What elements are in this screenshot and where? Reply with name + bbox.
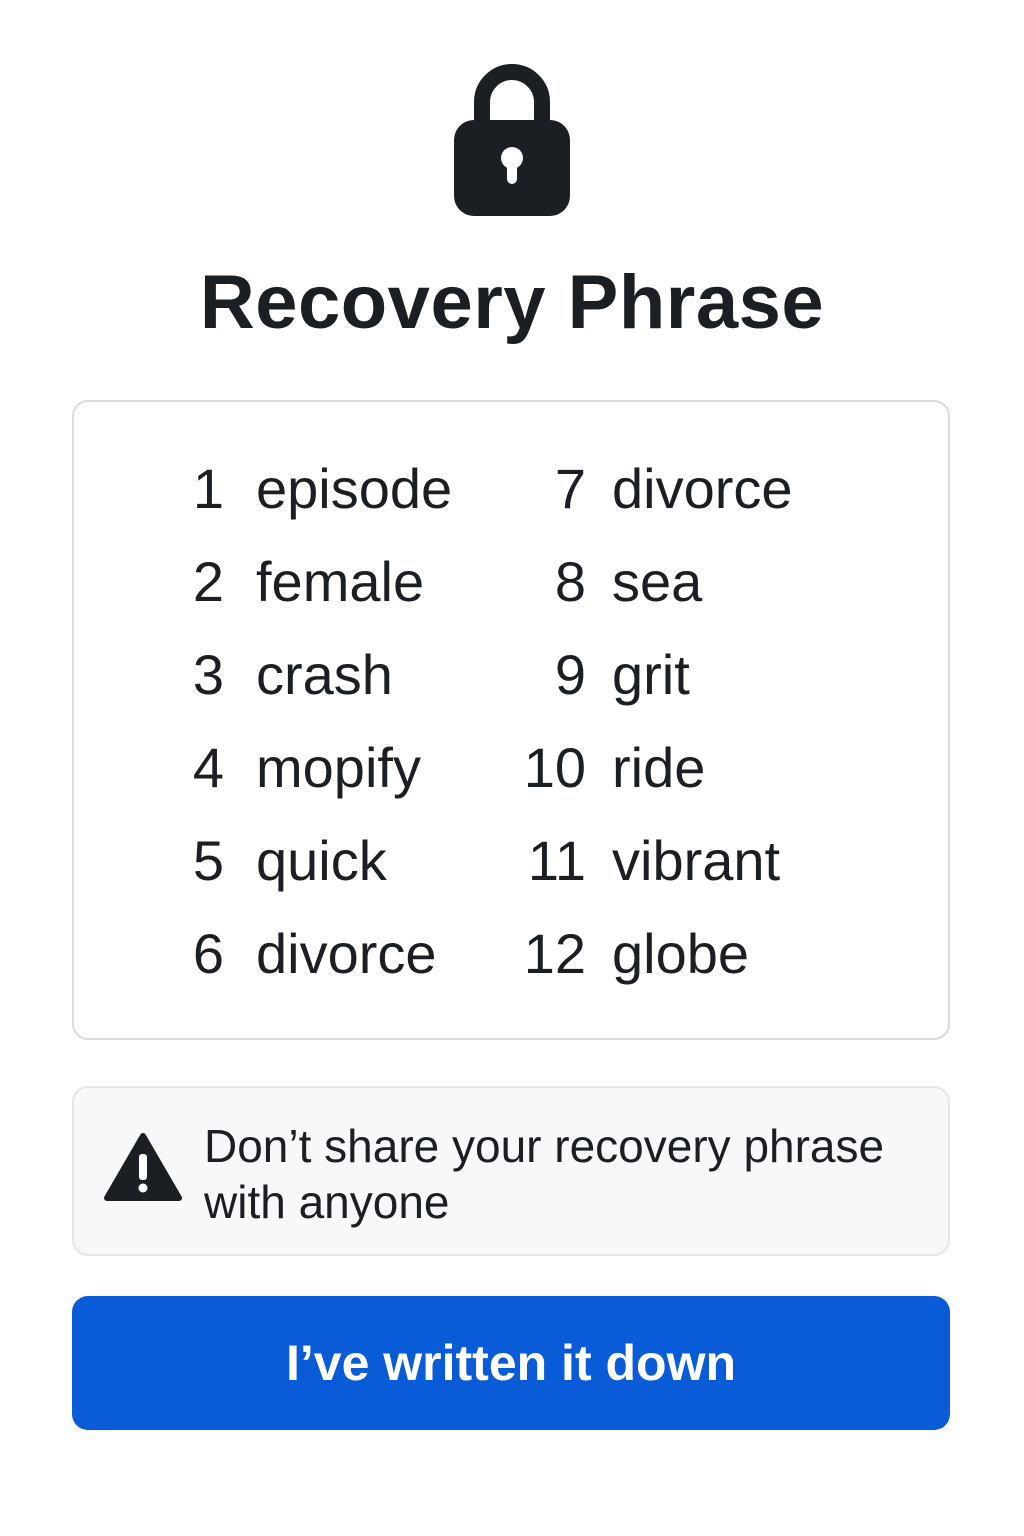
word-text: globe <box>612 922 750 985</box>
word-number: 2 <box>192 550 224 613</box>
word-text: quick <box>256 829 387 892</box>
word-text: episode <box>256 457 453 520</box>
page-title: Recovery Phrase <box>199 260 825 345</box>
word-number: 3 <box>192 643 224 706</box>
word-text: sea <box>612 550 703 613</box>
word-text: crash <box>256 643 393 706</box>
word-number: 9 <box>554 643 586 706</box>
word-number: 8 <box>554 550 586 613</box>
phrase-word-item: 9 grit <box>486 640 690 710</box>
confirm-written-down-button[interactable]: I’ve written it down <box>72 1296 950 1430</box>
phrase-word-item: 5 quick <box>124 826 387 896</box>
phrase-word-item: 11 vibrant <box>486 826 780 896</box>
warning-text: Don’t share your recovery phrase with an… <box>204 1120 885 1228</box>
word-number: 11 <box>527 829 586 892</box>
word-text: grit <box>612 643 690 706</box>
word-text: vibrant <box>612 829 781 892</box>
phrase-word-item: 12 globe <box>486 919 749 989</box>
phrase-word-item: 6 divorce <box>124 919 437 989</box>
phrase-word-item: 10 ride <box>486 733 706 803</box>
warning-icon <box>104 1132 182 1202</box>
phrase-word-item: 2 female <box>124 547 424 617</box>
lock-icon <box>452 58 572 218</box>
word-number: 1 <box>192 457 224 520</box>
phrase-word-item: 7 divorce <box>486 454 793 524</box>
recovery-phrase-card: 1 episode 2 female 3 crash 4 mopify 5 qu… <box>72 400 950 1040</box>
word-number: 10 <box>523 736 586 799</box>
word-number: 5 <box>192 829 224 892</box>
word-text: mopify <box>256 736 421 799</box>
warning-banner: Don’t share your recovery phrase with an… <box>72 1086 950 1256</box>
phrase-word-item: 3 crash <box>124 640 393 710</box>
word-text: divorce <box>612 457 793 520</box>
word-number: 7 <box>554 457 586 520</box>
word-text: divorce <box>256 922 437 985</box>
word-number: 12 <box>523 922 586 985</box>
phrase-word-item: 8 sea <box>486 547 702 617</box>
phrase-word-item: 1 episode <box>124 454 452 524</box>
phrase-word-item: 4 mopify <box>124 733 421 803</box>
word-number: 4 <box>192 736 224 799</box>
word-number: 6 <box>192 922 224 985</box>
word-text: female <box>256 550 425 613</box>
word-text: ride <box>612 736 706 799</box>
